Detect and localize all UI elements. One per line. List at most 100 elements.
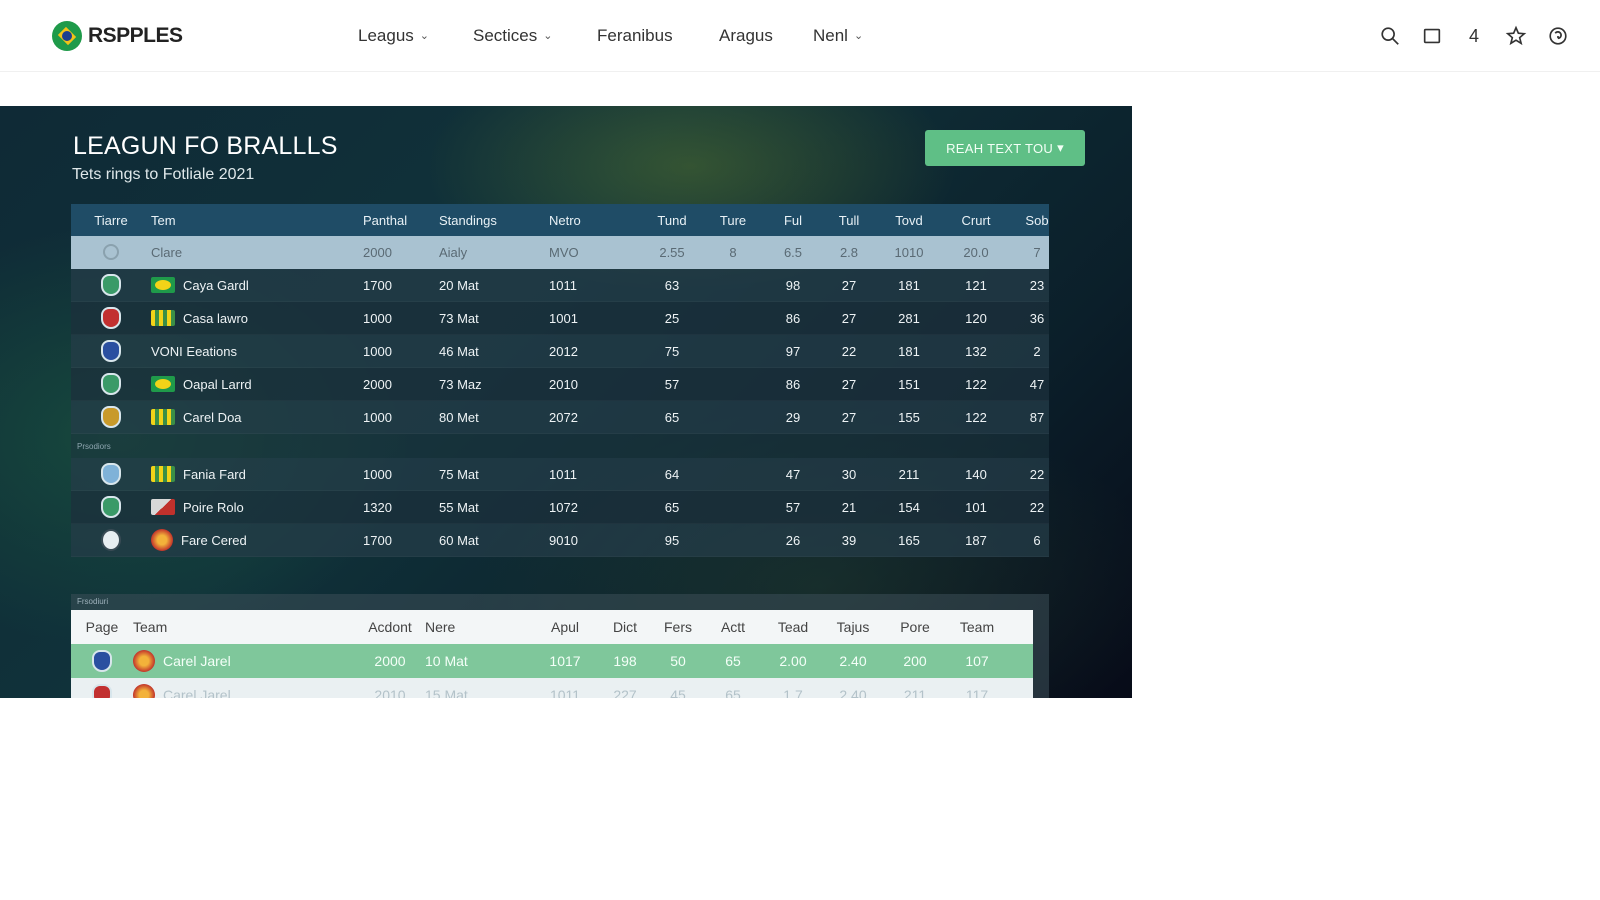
team-crest-icon bbox=[101, 406, 121, 428]
nav-item-feranibus[interactable]: Feranibus bbox=[597, 24, 719, 48]
team-crest-cell bbox=[71, 496, 151, 518]
table-header: Tiarre Tem Panthal Standings Netro Tund … bbox=[71, 204, 1049, 236]
notification-count[interactable]: 4 bbox=[1462, 24, 1486, 48]
table-cell: 117 bbox=[965, 687, 989, 698]
team-name[interactable]: VONI Eeations bbox=[151, 344, 237, 359]
table-cell: 47 bbox=[785, 466, 801, 482]
column-header[interactable]: Tajus bbox=[821, 619, 885, 635]
team-badge-icon bbox=[133, 650, 155, 672]
table-cell: 1.7 bbox=[783, 687, 803, 698]
table-cell: 2072 bbox=[549, 409, 578, 425]
column-header[interactable]: Dict bbox=[595, 619, 655, 635]
refresh-icon[interactable] bbox=[1546, 24, 1570, 48]
column-header[interactable]: Standings bbox=[439, 213, 549, 228]
table-cell: 65 bbox=[725, 653, 741, 669]
column-header[interactable]: Apul bbox=[535, 619, 595, 635]
team-name[interactable]: Carel Doa bbox=[183, 410, 242, 425]
column-header[interactable]: Sob bbox=[1011, 213, 1063, 228]
team-name[interactable]: Oapal Larrd bbox=[183, 377, 252, 392]
column-header[interactable]: Ture bbox=[701, 213, 765, 228]
team-flag-icon bbox=[151, 499, 175, 515]
secondary-table-frame: Frsodiuri Page Team Acdont Nere Apul Dic… bbox=[71, 594, 1049, 698]
team-name[interactable]: Carel Jarel bbox=[163, 653, 231, 669]
team-crest-icon bbox=[101, 496, 121, 518]
column-header[interactable]: Ful bbox=[765, 213, 821, 228]
column-header[interactable]: Crurt bbox=[941, 213, 1011, 228]
column-header[interactable]: Netro bbox=[549, 213, 643, 228]
table-cell: 27 bbox=[841, 310, 857, 326]
team-crest-cell bbox=[71, 274, 151, 296]
table-row[interactable]: Oapal Larrd 2000 73 Maz 2010 57 86 27 151 122 47 bbox=[71, 368, 1049, 401]
table-cell: 95 bbox=[664, 532, 680, 548]
table-cell: 21 bbox=[841, 499, 857, 515]
table-cell: 154 bbox=[898, 499, 920, 515]
table-row[interactable]: Caya Gardl 1700 20 Mat 1011 63 98 27 181 121 23 bbox=[71, 269, 1049, 302]
nav-item-sectices[interactable]: Sectices ⌄ bbox=[473, 24, 597, 48]
table-cell: 25 bbox=[664, 310, 680, 326]
table-cell: 1000 bbox=[363, 310, 392, 326]
column-header[interactable]: Pore bbox=[885, 619, 945, 635]
table-row[interactable]: Clare 2000 Aialy MVO 2.55 8 6.5 2.8 1010 20.0 7 bbox=[71, 236, 1049, 269]
table-row[interactable]: Fania Fard 1000 75 Mat 1011 64 47 30 211 140 22 bbox=[71, 458, 1049, 491]
column-header[interactable]: Tead bbox=[765, 619, 821, 635]
team-name[interactable]: Fare Cered bbox=[181, 533, 247, 548]
square-icon[interactable] bbox=[1420, 24, 1444, 48]
team-name[interactable]: Poire Rolo bbox=[183, 500, 244, 515]
column-header[interactable]: Panthal bbox=[363, 213, 439, 228]
nav-item-label: Aragus bbox=[719, 26, 773, 45]
nav-item-leagus[interactable]: Leagus ⌄ bbox=[358, 24, 473, 48]
table-cell: 45 bbox=[670, 687, 686, 698]
column-header[interactable]: Tull bbox=[821, 213, 877, 228]
team-badge-icon bbox=[133, 684, 155, 698]
table-row[interactable]: Carel Jarel 2010 15 Mat 1011 227 45 65 1.7 2.40 2… bbox=[71, 678, 1033, 698]
team-cell: VONI Eeations bbox=[151, 344, 363, 359]
column-header[interactable]: Tovd bbox=[877, 213, 941, 228]
table-row[interactable]: Carel Doa 1000 80 Met 2072 65 29 27 155 122 87 bbox=[71, 401, 1049, 434]
table-cell: 187 bbox=[965, 532, 987, 548]
team-cell: Carel Doa bbox=[151, 409, 363, 425]
brand-logo-link[interactable]: RSPPLES bbox=[52, 21, 183, 51]
table-row[interactable]: Carel Jarel 2000 10 Mat 1017 198 50 65 2.00 2.40… bbox=[71, 644, 1033, 678]
nav-item-nenl[interactable]: Nenl ⌄ bbox=[813, 24, 863, 48]
team-cell: Fare Cered bbox=[151, 529, 363, 551]
team-name[interactable]: Fania Fard bbox=[183, 467, 246, 482]
table-cell: 30 bbox=[841, 466, 857, 482]
table-cell: 9010 bbox=[549, 532, 578, 548]
table-cell: 6.5 bbox=[783, 244, 803, 260]
column-header[interactable]: Tem bbox=[151, 213, 363, 228]
chevron-down-icon: ⌄ bbox=[419, 29, 429, 42]
team-crest-icon bbox=[101, 307, 121, 329]
column-header[interactable]: Team bbox=[945, 619, 1009, 635]
table-row[interactable]: Fare Cered 1700 60 Mat 9010 95 26 39 165 187 6 bbox=[71, 524, 1049, 557]
team-name[interactable]: Clare bbox=[151, 245, 182, 260]
standings-table: Tiarre Tem Panthal Standings Netro Tund … bbox=[71, 204, 1049, 557]
search-icon[interactable] bbox=[1378, 24, 1402, 48]
action-dropdown-button[interactable]: REAH TEXT TOU ▾ bbox=[925, 130, 1085, 166]
table-row[interactable]: Poire Rolo 1320 55 Mat 1072 65 57 21 154 101 22 bbox=[71, 491, 1049, 524]
action-button-label: REAH TEXT TOU bbox=[946, 140, 1054, 156]
column-header[interactable]: Nere bbox=[425, 619, 535, 635]
team-name[interactable]: Carel Jarel bbox=[163, 687, 231, 698]
table-cell: 2010 bbox=[549, 376, 578, 392]
nav-item-aragus[interactable]: Aragus bbox=[719, 24, 813, 48]
league-standings-panel: LEAGUN FO BRALLLS Tets rings to Fotliale… bbox=[0, 106, 1132, 698]
table-cell: 2010 bbox=[374, 687, 406, 698]
table-row[interactable]: Casa lawro 1000 73 Mat 1001 25 86 27 281 120 36 bbox=[71, 302, 1049, 335]
column-header[interactable]: Tund bbox=[643, 213, 701, 228]
table-cell: 1011 bbox=[549, 466, 577, 482]
column-header[interactable]: Team bbox=[133, 619, 355, 635]
team-crest-icon bbox=[103, 244, 119, 260]
star-icon[interactable] bbox=[1504, 24, 1528, 48]
nav-icon-group: 4 bbox=[1360, 24, 1570, 48]
team-name[interactable]: Casa lawro bbox=[183, 311, 248, 326]
table-row[interactable]: VONI Eeations 1000 46 Mat 2012 75 97 22 181 132 2 bbox=[71, 335, 1049, 368]
column-header[interactable]: Page bbox=[71, 619, 133, 635]
brand-logo-icon bbox=[52, 21, 82, 51]
column-header[interactable]: Acdont bbox=[355, 619, 425, 635]
team-name[interactable]: Caya Gardl bbox=[183, 278, 249, 293]
column-header[interactable]: Tiarre bbox=[71, 213, 151, 228]
table-cell: 132 bbox=[965, 343, 987, 359]
secondary-table-label: Frsodiuri bbox=[77, 597, 109, 606]
column-header[interactable]: Fers bbox=[655, 619, 701, 635]
column-header[interactable]: Actt bbox=[701, 619, 765, 635]
